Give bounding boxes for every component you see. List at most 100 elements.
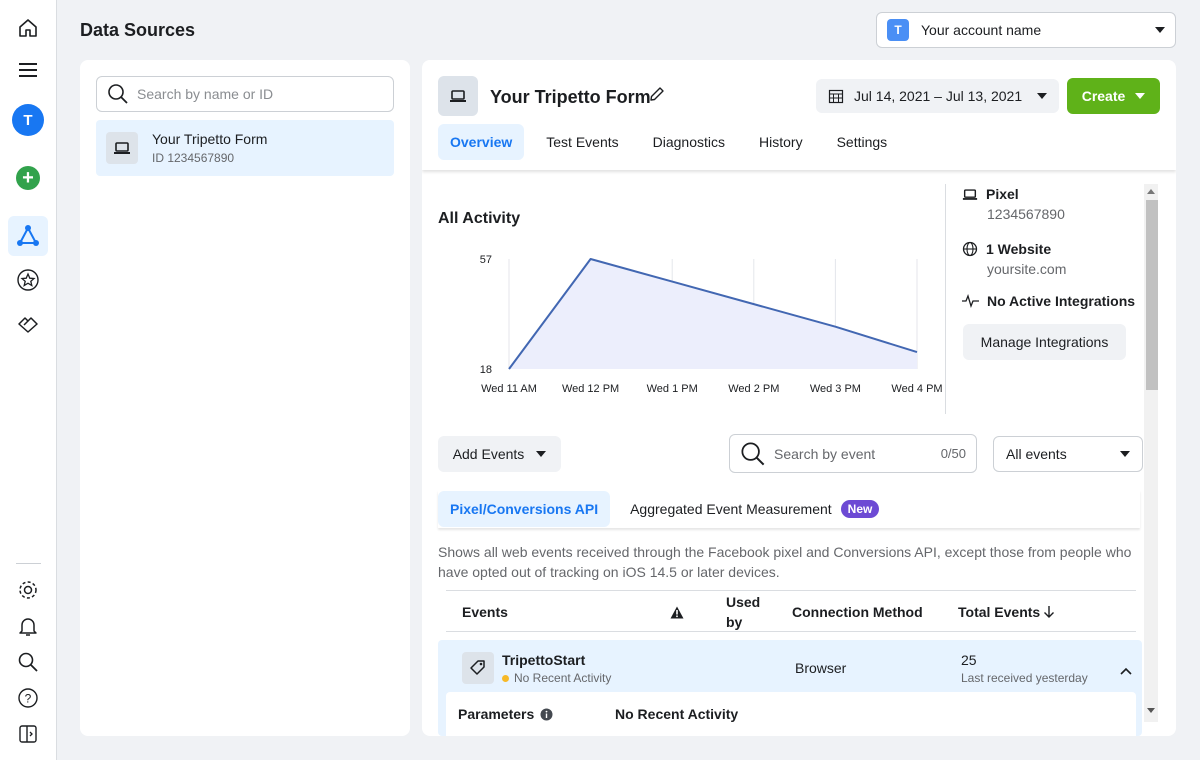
manage-integrations-button[interactable]: Manage Integrations	[963, 324, 1126, 360]
tab-test-events[interactable]: Test Events	[534, 124, 630, 160]
search-icon	[108, 84, 128, 104]
scroll-down-icon[interactable]	[1147, 708, 1155, 713]
source-search-input[interactable]	[137, 86, 377, 102]
gear-icon[interactable]	[8, 570, 48, 610]
pixel-info: Pixel 1234567890	[962, 186, 1065, 222]
home-icon[interactable]	[8, 8, 48, 48]
event-tag-icon	[462, 652, 494, 684]
chevron-down-icon	[1037, 93, 1047, 99]
edit-name-icon[interactable]	[648, 85, 666, 108]
chart-x-tick-label: Wed 4 PM	[891, 383, 942, 395]
sidebar-toggle-icon[interactable]	[8, 714, 48, 754]
table-row[interactable]: TripettoStart No Recent Activity Browser…	[438, 640, 1142, 736]
date-range-value: Jul 14, 2021 – Jul 13, 2021	[854, 88, 1023, 104]
tab-history[interactable]: History	[747, 124, 815, 160]
parameters-value: No Recent Activity	[615, 706, 739, 722]
detail-tabs: Overview Test Events Diagnostics History…	[438, 124, 903, 160]
account-selector[interactable]: T Your account name	[876, 12, 1176, 48]
tab-settings[interactable]: Settings	[825, 124, 900, 160]
data-source-item[interactable]: Your Tripetto Form ID 1234567890	[96, 120, 394, 176]
sort-down-arrow-icon	[1044, 606, 1055, 618]
col-connection-method[interactable]: Connection Method	[792, 591, 923, 633]
calendar-icon	[828, 89, 844, 104]
pixel-title: Pixel	[986, 186, 1019, 202]
source-name: Your Tripetto Form	[152, 131, 268, 147]
data-source-detail-panel: Your Tripetto Form Jul 14, 2021 – Jul 13…	[422, 60, 1176, 736]
col-used-by[interactable]: Used by	[726, 591, 760, 633]
account-avatar[interactable]: T	[8, 100, 48, 140]
avatar: T	[12, 104, 44, 136]
help-icon[interactable]: ?	[8, 678, 48, 718]
add-events-button[interactable]: Add Events	[438, 436, 561, 472]
create-icon[interactable]: +	[8, 158, 48, 198]
website-title: 1 Website	[986, 241, 1052, 257]
create-button[interactable]: Create	[1067, 78, 1160, 114]
chevron-down-icon	[1120, 451, 1130, 457]
chart-area	[509, 259, 917, 369]
partners-icon[interactable]	[8, 304, 48, 344]
bell-icon[interactable]	[8, 606, 48, 646]
event-name: TripettoStart	[502, 652, 586, 668]
info-icon[interactable]	[540, 708, 553, 721]
chart-x-tick-label: Wed 3 PM	[810, 383, 861, 395]
chart-x-tick-label: Wed 2 PM	[728, 383, 779, 395]
pixel-id: 1234567890	[987, 206, 1065, 222]
menu-icon[interactable]	[8, 50, 48, 90]
chevron-up-icon[interactable]	[1120, 662, 1132, 680]
events-manager-icon[interactable]	[8, 216, 48, 256]
source-search[interactable]	[96, 76, 394, 112]
integrations-info: No Active Integrations	[962, 293, 1135, 309]
tab-aggregated-event-measurement[interactable]: Aggregated Event Measurement New	[618, 491, 891, 527]
search-icon	[741, 441, 765, 465]
source-title: Your Tripetto Form	[490, 87, 651, 107]
date-range-picker[interactable]: Jul 14, 2021 – Jul 13, 2021	[816, 79, 1059, 113]
chevron-down-icon	[1135, 93, 1146, 99]
left-rail: T + ?	[0, 0, 57, 760]
panel-divider	[945, 184, 946, 414]
star-icon[interactable]	[8, 260, 48, 300]
svg-text:?: ?	[25, 692, 32, 706]
integrations-title: No Active Integrations	[987, 293, 1136, 309]
rail-divider	[16, 563, 41, 564]
account-name: Your account name	[921, 22, 1042, 38]
account-badge: T	[887, 19, 909, 41]
event-search[interactable]: 0/50	[729, 434, 977, 473]
events-description: Shows all web events received through th…	[438, 544, 1132, 580]
col-total-events[interactable]: Total Events	[958, 591, 1055, 633]
event-search-input[interactable]	[774, 445, 924, 462]
event-status: No Recent Activity	[502, 671, 611, 685]
aem-tab-label: Aggregated Event Measurement	[630, 501, 832, 517]
warning-icon	[670, 591, 684, 633]
chart-y-tick-label: 18	[480, 364, 492, 376]
event-status-text: No Recent Activity	[514, 671, 612, 685]
chart-x-tick-label: Wed 11 AM	[481, 383, 537, 395]
chart-x-tick-label: Wed 1 PM	[647, 383, 698, 395]
chevron-down-icon	[1155, 27, 1165, 33]
col-events[interactable]: Events	[462, 591, 508, 633]
event-connection-method: Browser	[795, 660, 847, 676]
parameters-label: Parameters	[458, 706, 535, 722]
search-icon[interactable]	[8, 642, 48, 682]
scrollbar-thumb[interactable]	[1146, 200, 1158, 390]
source-id: ID 1234567890	[152, 151, 235, 165]
total-events-label: Total Events	[958, 604, 1041, 620]
laptop-icon	[106, 132, 138, 164]
event-last-received: Last received yesterday	[961, 671, 1088, 685]
laptop-icon	[438, 76, 478, 116]
event-subtabs: Pixel/Conversions API Aggregated Event M…	[438, 490, 1140, 528]
chevron-down-icon	[536, 451, 547, 457]
laptop-icon	[962, 188, 978, 200]
event-filter-value: All events	[1006, 446, 1067, 462]
tab-pixel-conversions-api[interactable]: Pixel/Conversions API	[438, 491, 611, 527]
tab-overview[interactable]: Overview	[438, 124, 525, 160]
add-events-label: Add Events	[452, 446, 525, 462]
event-filter-select[interactable]: All events	[993, 436, 1143, 472]
activity-title: All Activity	[438, 210, 521, 227]
plus-icon: +	[16, 166, 40, 190]
event-total: 25	[961, 652, 977, 668]
website-info: 1 Website yoursite.com	[962, 241, 1066, 277]
scroll-up-icon[interactable]	[1147, 189, 1155, 194]
activity-pulse-icon	[962, 294, 979, 308]
status-dot	[502, 674, 509, 682]
tab-diagnostics[interactable]: Diagnostics	[641, 124, 737, 160]
